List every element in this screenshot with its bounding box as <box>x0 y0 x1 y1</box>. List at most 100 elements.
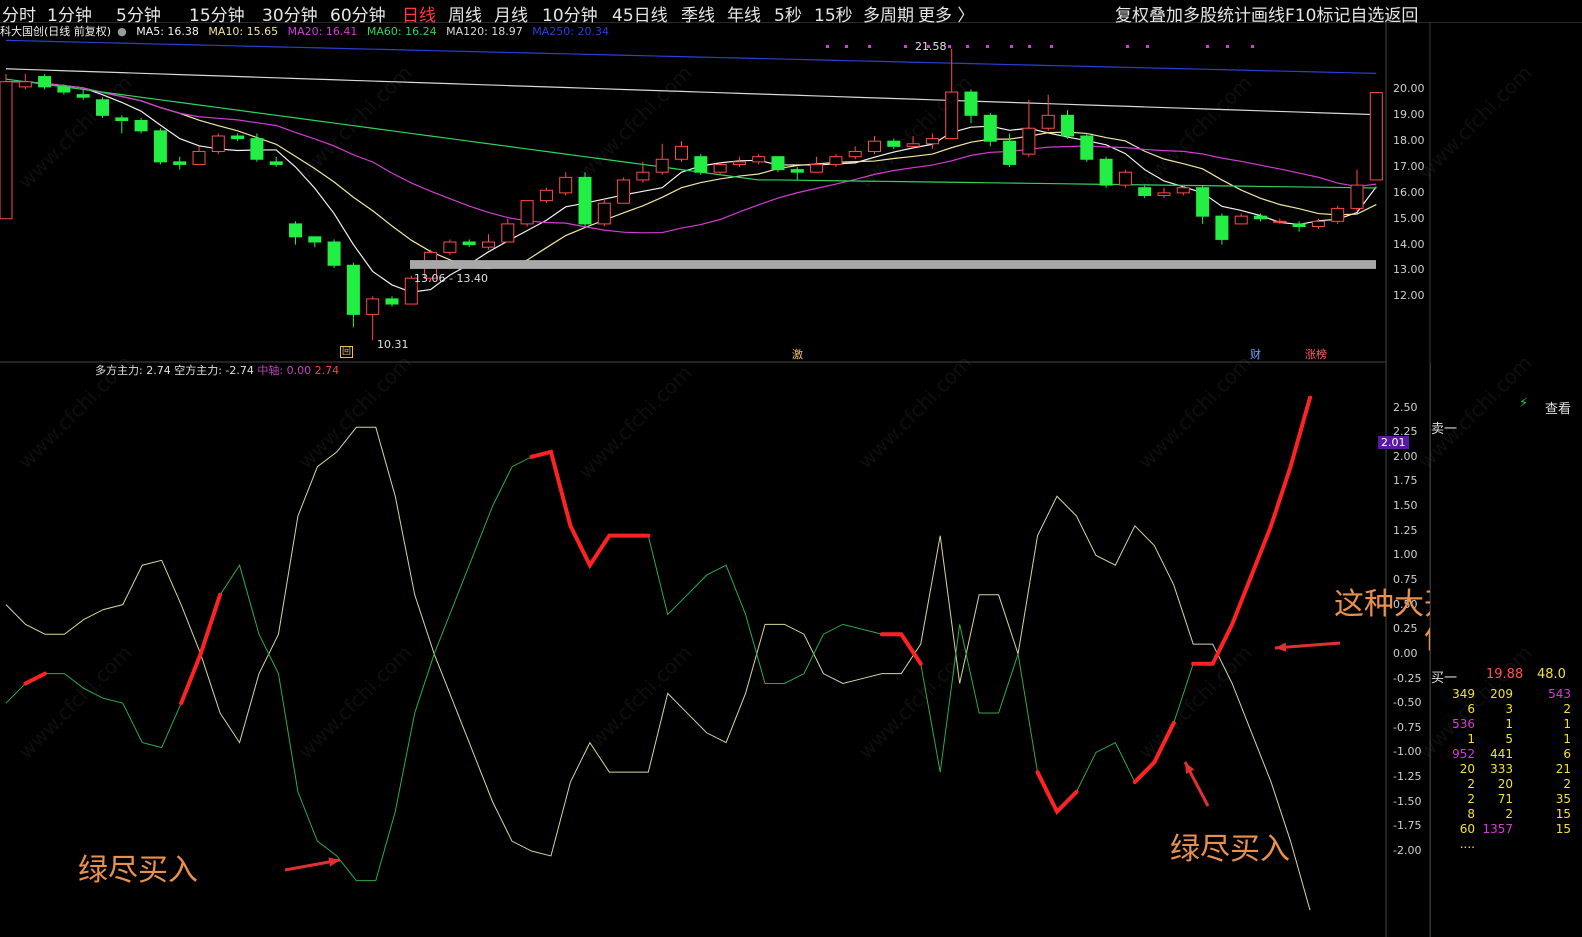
legend-axis: 中轴: 0.00 <box>257 364 312 377</box>
order-book-cell: 71 <box>1497 792 1513 806</box>
price-tick: 16.00 <box>1393 185 1425 199</box>
arrow-limit-up-head <box>1275 642 1287 652</box>
order-book-cell: 2 <box>1467 792 1475 806</box>
price-tick: 14.00 <box>1393 237 1425 251</box>
candle-body <box>501 223 515 243</box>
indicator-tick: -0.25 <box>1393 671 1422 685</box>
top-dots <box>826 45 1254 48</box>
order-book-cell: 543 <box>1548 687 1571 701</box>
candle-body <box>1099 158 1113 186</box>
order-book-cell: 1357 <box>1482 822 1513 836</box>
order-book-cell: 15 <box>1555 822 1571 836</box>
order-book-cell: 20 <box>1459 762 1475 776</box>
candle-body <box>925 138 939 145</box>
ma250-line <box>5 39 1377 74</box>
candle-body <box>1061 114 1074 137</box>
candle-body <box>38 76 52 88</box>
indicator-tick: 1.00 <box>1393 548 1418 562</box>
view-link[interactable]: 查看 <box>1545 398 1571 417</box>
high-price-label: 21.58 <box>915 40 947 53</box>
order-book-cell: 20 <box>1497 777 1513 791</box>
candle-body <box>57 86 71 93</box>
signal-dot <box>1050 45 1053 48</box>
marker-hui[interactable]: 回 <box>340 346 354 358</box>
candle-body <box>482 241 495 248</box>
candle-body <box>752 156 766 163</box>
annotation-buy-right: 绿尽买入 <box>1170 832 1290 867</box>
candle-body <box>366 298 380 315</box>
candle-body <box>443 241 457 253</box>
order-book-cell: 35 <box>1555 792 1571 806</box>
candle-body <box>559 176 573 194</box>
candle-body <box>462 241 476 246</box>
candle-body <box>192 151 206 165</box>
indicator-tick: 0.75 <box>1393 573 1418 587</box>
legend-value: 2.74 <box>314 364 340 377</box>
signal-dot <box>1126 45 1129 48</box>
order-book-cell: .... <box>1459 837 1475 851</box>
kline-chart[interactable] <box>0 0 1582 937</box>
candle-body <box>18 81 32 88</box>
candle-body <box>1369 92 1383 181</box>
indicator-tick: -1.25 <box>1393 770 1422 784</box>
candle-body <box>675 145 688 160</box>
candle-body <box>327 241 341 266</box>
candle-body <box>134 119 148 132</box>
candle-body <box>520 200 534 225</box>
marker-zhangbang[interactable]: 涨榜 <box>1305 346 1327 362</box>
candle-body <box>1157 192 1171 196</box>
candle-body <box>1196 187 1210 217</box>
bull-highlight-segment <box>1191 395 1312 666</box>
order-book-cell: 60 <box>1459 822 1475 836</box>
signal-dot <box>904 45 907 48</box>
candle-body <box>385 298 399 305</box>
candlesticks <box>0 48 1383 341</box>
price-tick: 18.00 <box>1393 134 1425 148</box>
indicator-lines <box>5 395 1312 911</box>
candle-body <box>1331 207 1345 222</box>
indicator-tick: 1.50 <box>1393 499 1418 513</box>
price-tick: 19.00 <box>1393 108 1425 122</box>
candle-body <box>76 94 90 98</box>
order-book-cell: 6 <box>1563 747 1571 761</box>
candle-body <box>1234 215 1248 225</box>
candle-body <box>1215 215 1229 240</box>
signal-dot <box>1028 45 1031 48</box>
support-band-rect <box>410 260 1376 269</box>
candle-body <box>771 156 785 171</box>
candle-body <box>1003 140 1017 165</box>
order-book-cell: 15 <box>1555 807 1571 821</box>
candle-body <box>1254 215 1267 220</box>
candle-body <box>848 151 862 158</box>
signal-dot <box>986 45 989 48</box>
order-book-cell: 1 <box>1563 732 1571 746</box>
candle-body <box>269 161 283 165</box>
signal-dot <box>948 45 951 48</box>
candle-body <box>115 117 129 121</box>
signal-dot <box>1226 45 1229 48</box>
price-tick: 12.00 <box>1393 289 1425 303</box>
candle-body <box>578 176 592 225</box>
bull-highlight-segment <box>179 592 223 706</box>
candle-body <box>732 161 746 165</box>
candle-body <box>810 163 824 173</box>
candle-body <box>308 236 322 243</box>
bid1-label: 买一 <box>1431 671 1458 686</box>
signal-dot <box>826 45 829 48</box>
candle-body <box>289 223 302 238</box>
order-book-cell: 2 <box>1505 807 1513 821</box>
signal-dot <box>1206 45 1209 48</box>
candle-body <box>829 156 843 165</box>
candle-body <box>655 158 669 173</box>
bid1-volume: 48.0 <box>1537 667 1566 682</box>
candle-body <box>231 135 245 140</box>
order-book-cell: 1 <box>1563 717 1571 731</box>
marker-cai[interactable]: 财 <box>1250 346 1261 362</box>
candle-body <box>1118 171 1132 186</box>
candle-body <box>539 189 553 202</box>
candle-body <box>983 114 997 142</box>
order-book-cell: 2 <box>1467 777 1475 791</box>
price-tick: 20.00 <box>1393 82 1425 96</box>
bull-highlight-segment <box>879 632 923 666</box>
marker-ji[interactable]: 激 <box>792 346 803 362</box>
